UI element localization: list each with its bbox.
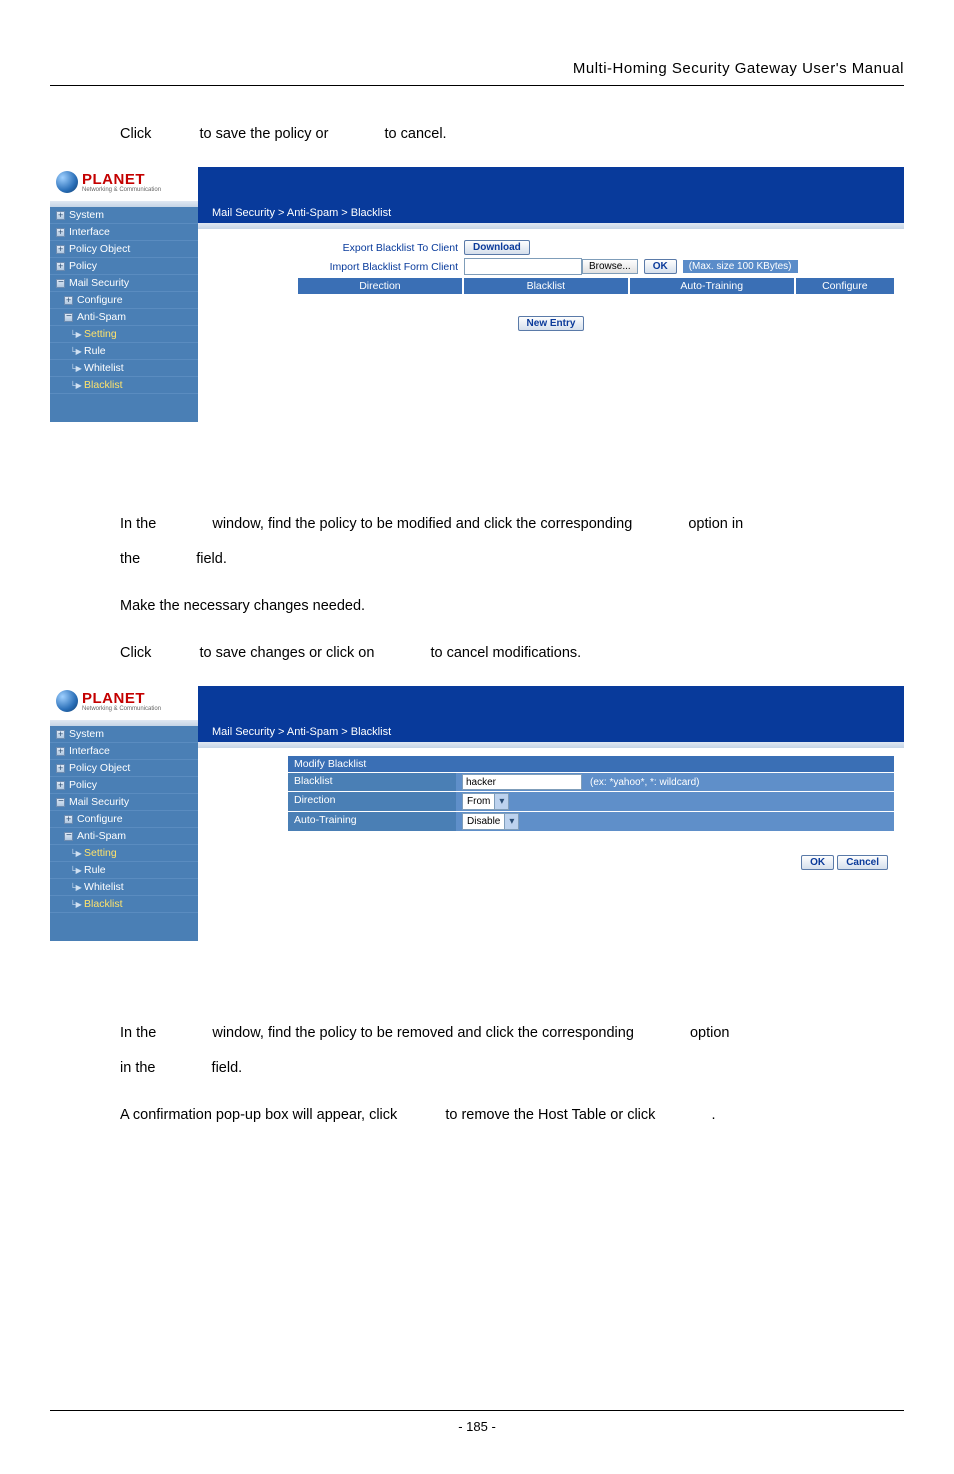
page-number: - 185 - xyxy=(458,1419,496,1434)
nav2-interface[interactable]: Interface xyxy=(50,743,198,760)
nav-blacklist[interactable]: Blacklist xyxy=(50,377,198,394)
nav-mail-security[interactable]: Mail Security xyxy=(50,275,198,292)
step8-text: Click to save the policy or to cancel. xyxy=(120,120,884,149)
step8-c: to cancel. xyxy=(385,126,447,142)
th-blacklist: Blacklist xyxy=(464,278,628,294)
nav-policy-object[interactable]: Policy Object xyxy=(50,241,198,258)
nav2-whitelist[interactable]: Whitelist xyxy=(50,879,198,896)
download-button[interactable]: Download xyxy=(464,240,530,255)
nav-configure[interactable]: Configure xyxy=(50,292,198,309)
brand-logo: PLANET Networking & Communication xyxy=(50,167,198,201)
th-direction: Direction xyxy=(298,278,462,294)
nav-rule[interactable]: Rule xyxy=(50,343,198,360)
row-direction-label: Direction xyxy=(288,792,456,811)
remove-step1: In the window, find the policy to be rem… xyxy=(120,1019,884,1048)
globe-icon xyxy=(56,171,78,193)
chevron-down-icon: ▾ xyxy=(504,814,518,829)
th-configure: Configure xyxy=(796,278,894,294)
blacklist-input[interactable] xyxy=(462,774,582,790)
direction-select[interactable]: From ▾ xyxy=(462,793,509,810)
nav-whitelist[interactable]: Whitelist xyxy=(50,360,198,377)
import-label: Import Blacklist Form Client xyxy=(298,261,458,273)
page-footer: - 185 - xyxy=(50,1410,904,1434)
brand-logo-2: PLANET Networking & Communication xyxy=(50,686,198,720)
modify-step1: In the window, find the policy to be mod… xyxy=(120,510,884,539)
nav-anti-spam[interactable]: Anti-Spam xyxy=(50,309,198,326)
export-label: Export Blacklist To Client xyxy=(298,242,458,254)
browse-button[interactable]: Browse... xyxy=(582,259,638,274)
modify-step1-cont: the field. xyxy=(120,545,884,574)
modify-step2: Make the necessary changes needed. xyxy=(120,592,884,621)
row-autotrain-label: Auto-Training xyxy=(288,812,456,831)
ok-button[interactable]: OK xyxy=(801,855,834,870)
screenshot-blacklist-list: PLANET Networking & Communication System… xyxy=(50,167,904,422)
autotrain-select[interactable]: Disable ▾ xyxy=(462,813,519,830)
remove-step2: A confirmation pop-up box will appear, c… xyxy=(120,1101,884,1130)
nav2-blacklist[interactable]: Blacklist xyxy=(50,896,198,913)
blacklist-table-header: Direction Blacklist Auto-Training Config… xyxy=(208,278,894,294)
doc-title: Multi-Homing Security Gateway User's Man… xyxy=(50,60,904,85)
step8-a: Click xyxy=(120,126,151,142)
globe-icon xyxy=(56,690,78,712)
th-autotraining: Auto-Training xyxy=(630,278,794,294)
breadcrumb: Mail Security > Anti-Spam > Blacklist xyxy=(198,167,904,223)
sidebar-nav: System Interface Policy Object Policy Ma… xyxy=(50,207,198,422)
screenshot-modify-blacklist: PLANET Networking & Communication System… xyxy=(50,686,904,941)
blacklist-hint: (ex: *yahoo*, *: wildcard) xyxy=(590,777,700,788)
chevron-down-icon: ▾ xyxy=(494,794,508,809)
nav-setting[interactable]: Setting xyxy=(50,326,198,343)
remove-step1-cont: in the field. xyxy=(120,1054,884,1083)
row-blacklist-label: Blacklist xyxy=(288,773,456,791)
file-input[interactable]: Browse... xyxy=(464,258,638,275)
nav-policy[interactable]: Policy xyxy=(50,258,198,275)
breadcrumb-2: Mail Security > Anti-Spam > Blacklist xyxy=(198,686,904,742)
brand-name: PLANET xyxy=(82,172,161,187)
nav2-setting[interactable]: Setting xyxy=(50,845,198,862)
form-title: Modify Blacklist xyxy=(288,756,894,772)
nav2-system[interactable]: System xyxy=(50,726,198,743)
step8-b: to save the policy or xyxy=(199,126,328,142)
brand-name-2: PLANET xyxy=(82,691,161,706)
nav2-anti-spam[interactable]: Anti-Spam xyxy=(50,828,198,845)
nav-interface[interactable]: Interface xyxy=(50,224,198,241)
max-size-note: (Max. size 100 KBytes) xyxy=(683,260,798,273)
modify-step3: Click to save changes or click on to can… xyxy=(120,639,884,668)
import-ok-button[interactable]: OK xyxy=(644,259,677,274)
nav2-policy-object[interactable]: Policy Object xyxy=(50,760,198,777)
nav-system[interactable]: System xyxy=(50,207,198,224)
brand-tagline-2: Networking & Communication xyxy=(82,706,161,712)
nav2-policy[interactable]: Policy xyxy=(50,777,198,794)
brand-tagline: Networking & Communication xyxy=(82,187,161,193)
cancel-button[interactable]: Cancel xyxy=(837,855,888,870)
nav2-mail-security[interactable]: Mail Security xyxy=(50,794,198,811)
new-entry-button[interactable]: New Entry xyxy=(518,316,585,331)
header-divider xyxy=(50,85,904,86)
nav2-rule[interactable]: Rule xyxy=(50,862,198,879)
nav2-configure[interactable]: Configure xyxy=(50,811,198,828)
sidebar-nav-2: System Interface Policy Object Policy Ma… xyxy=(50,726,198,941)
